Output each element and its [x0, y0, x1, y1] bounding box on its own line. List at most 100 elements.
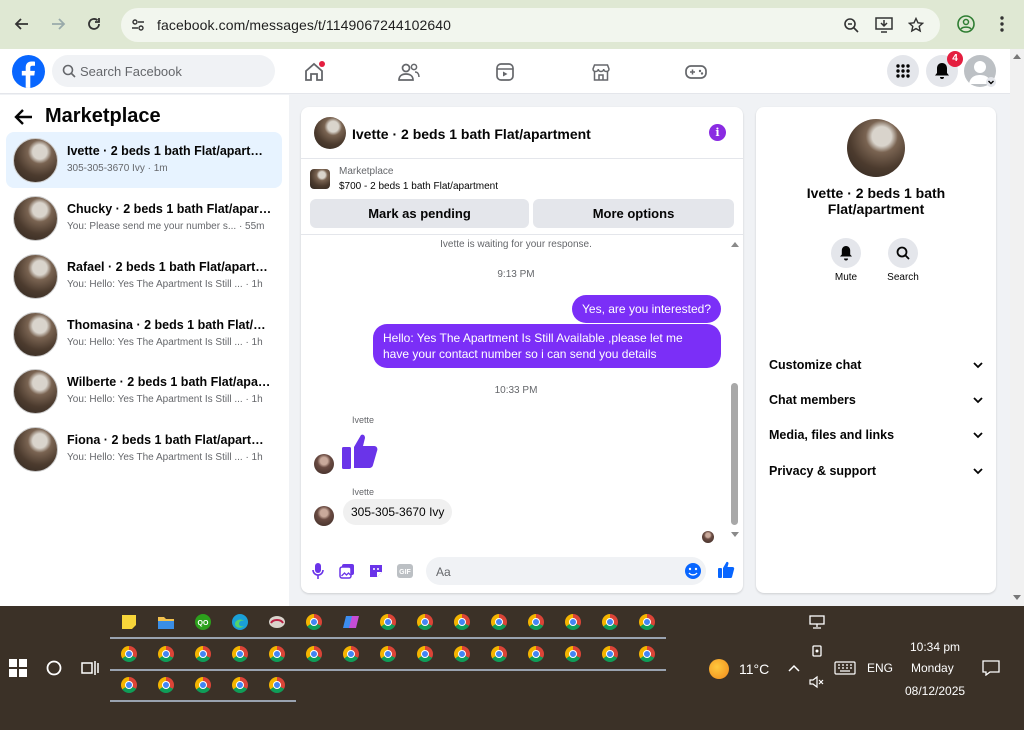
conversation-item[interactable]: Ivette · 2 beds 1 bath Flat/apartment 30…	[6, 132, 282, 188]
message-input[interactable]: Aa	[426, 557, 706, 585]
like-send-icon[interactable]	[716, 560, 736, 580]
message-bubble-incoming[interactable]: 305-305-3670 Ivy	[343, 499, 453, 525]
chrome-icon[interactable]	[258, 672, 296, 702]
chrome-icon[interactable]	[591, 641, 629, 671]
nav-gaming-icon[interactable]	[684, 61, 708, 83]
chrome-icon[interactable]	[295, 609, 333, 639]
install-app-icon[interactable]	[874, 15, 894, 35]
clock-date[interactable]: 08/12/2025	[905, 684, 965, 698]
file-explorer-icon[interactable]	[147, 609, 185, 639]
chrome-icon[interactable]	[406, 641, 444, 671]
chat-scrollbar[interactable]	[731, 383, 738, 525]
chrome-icon[interactable]	[443, 609, 481, 639]
chrome-icon[interactable]	[554, 609, 592, 639]
photo-icon[interactable]	[338, 562, 356, 580]
chrome-icon[interactable]	[628, 641, 666, 671]
emoji-icon[interactable]	[684, 562, 702, 580]
volume-muted-icon[interactable]	[804, 669, 830, 695]
conversation-item[interactable]: Fiona · 2 beds 1 bath Flat/apartment You…	[6, 421, 282, 477]
conversation-item[interactable]: Thomasina · 2 beds 1 bath Flat/apa... Yo…	[6, 306, 282, 362]
quickbooks-icon[interactable]: QO	[184, 609, 222, 639]
message-bubble-outgoing[interactable]: Hello: Yes The Apartment Is Still Availa…	[373, 324, 721, 368]
thumbs-up-sticker-icon[interactable]	[341, 431, 381, 471]
menu-grid-button[interactable]	[887, 55, 919, 87]
chrome-icon[interactable]	[480, 609, 518, 639]
avatar[interactable]	[314, 454, 334, 474]
zoom-icon[interactable]	[841, 15, 861, 35]
address-bar[interactable]: facebook.com/messages/t/1149067244102640	[121, 8, 940, 42]
task-view-icon[interactable]	[77, 655, 103, 681]
privacy-support-row[interactable]: Privacy & support	[769, 461, 985, 481]
edge-icon[interactable]	[221, 609, 259, 639]
chrome-icon[interactable]	[369, 641, 407, 671]
microphone-icon[interactable]	[309, 562, 327, 580]
facebook-logo-icon[interactable]	[12, 55, 45, 88]
chrome-icon[interactable]	[443, 641, 481, 671]
chrome-icon[interactable]	[295, 641, 333, 671]
chrome-icon[interactable]	[258, 641, 296, 671]
conversation-item[interactable]: Rafael · 2 beds 1 bath Flat/apartm... Yo…	[6, 248, 282, 304]
keyboard-icon[interactable]	[832, 655, 858, 681]
nav-friends-icon[interactable]	[397, 61, 421, 83]
chrome-icon[interactable]	[369, 609, 407, 639]
avatar[interactable]	[314, 506, 334, 526]
listing-thumbnail[interactable]	[310, 169, 330, 189]
browser-menu-icon[interactable]	[990, 12, 1014, 36]
gif-icon[interactable]: GIF	[396, 562, 414, 580]
mark-as-pending-button[interactable]: Mark as pending	[310, 199, 529, 228]
avatar[interactable]	[314, 117, 346, 149]
chrome-icon[interactable]	[517, 609, 555, 639]
scroll-up-icon[interactable]	[1013, 53, 1021, 59]
notification-center-icon[interactable]	[978, 655, 1004, 681]
chrome-icon[interactable]	[591, 609, 629, 639]
profile-icon[interactable]	[954, 12, 978, 36]
url-text[interactable]: facebook.com/messages/t/1149067244102640	[157, 17, 451, 33]
customize-chat-row[interactable]: Customize chat	[769, 355, 985, 375]
clock-time[interactable]: 10:34 pm	[910, 640, 960, 654]
message-bubble-outgoing[interactable]: Yes, are you interested?	[572, 295, 721, 323]
scroll-down-icon[interactable]	[730, 531, 740, 539]
sticker-icon[interactable]	[367, 562, 385, 580]
site-info-icon[interactable]	[128, 15, 148, 35]
back-icon[interactable]	[10, 12, 34, 36]
chrome-icon[interactable]	[480, 641, 518, 671]
scroll-down-icon[interactable]	[1013, 595, 1021, 601]
message-thread[interactable]: Ivette is waiting for your response. 9:1…	[301, 235, 743, 545]
page-scrollbar[interactable]	[1010, 49, 1024, 606]
network-icon[interactable]	[804, 609, 830, 635]
chrome-icon[interactable]	[147, 641, 185, 671]
mute-button[interactable]	[831, 238, 861, 268]
chrome-icon[interactable]	[332, 641, 370, 671]
weather-widget-icon[interactable]	[258, 609, 296, 639]
chrome-icon[interactable]	[110, 641, 148, 671]
copilot-icon[interactable]	[332, 609, 370, 639]
forward-icon[interactable]	[46, 12, 70, 36]
chrome-icon[interactable]	[554, 641, 592, 671]
media-files-links-row[interactable]: Media, files and links	[769, 425, 985, 445]
chrome-icon[interactable]	[184, 672, 222, 702]
input-language[interactable]: ENG	[867, 661, 893, 675]
chat-title[interactable]: Ivette · 2 beds 1 bath Flat/apartment	[352, 126, 591, 142]
fb-search-input[interactable]: Search Facebook	[52, 55, 275, 87]
more-options-button[interactable]: More options	[533, 199, 734, 228]
chrome-icon[interactable]	[221, 641, 259, 671]
nav-home-icon[interactable]	[302, 61, 326, 83]
sticky-notes-icon[interactable]	[110, 609, 148, 639]
chrome-icon[interactable]	[406, 609, 444, 639]
info-icon[interactable]: i	[709, 124, 726, 141]
chrome-icon[interactable]	[184, 641, 222, 671]
clock-day[interactable]: Monday	[911, 661, 954, 675]
search-conversation-button[interactable]	[888, 238, 918, 268]
conversation-item[interactable]: Chucky · 2 beds 1 bath Flat/apartm... Yo…	[6, 190, 282, 246]
chrome-icon[interactable]	[517, 641, 555, 671]
weather-sun-icon[interactable]	[709, 659, 729, 679]
chrome-icon[interactable]	[147, 672, 185, 702]
device-icon[interactable]	[804, 639, 830, 665]
conversation-item[interactable]: Wilberte · 2 beds 1 bath Flat/apart... Y…	[6, 363, 282, 419]
chrome-icon[interactable]	[110, 672, 148, 702]
bookmark-star-icon[interactable]	[906, 15, 926, 35]
listing-title[interactable]: $700 - 2 beds 1 bath Flat/apartment	[339, 181, 498, 192]
back-arrow-icon[interactable]	[14, 107, 36, 129]
reload-icon[interactable]	[82, 12, 106, 36]
search-circle-icon[interactable]	[41, 655, 67, 681]
